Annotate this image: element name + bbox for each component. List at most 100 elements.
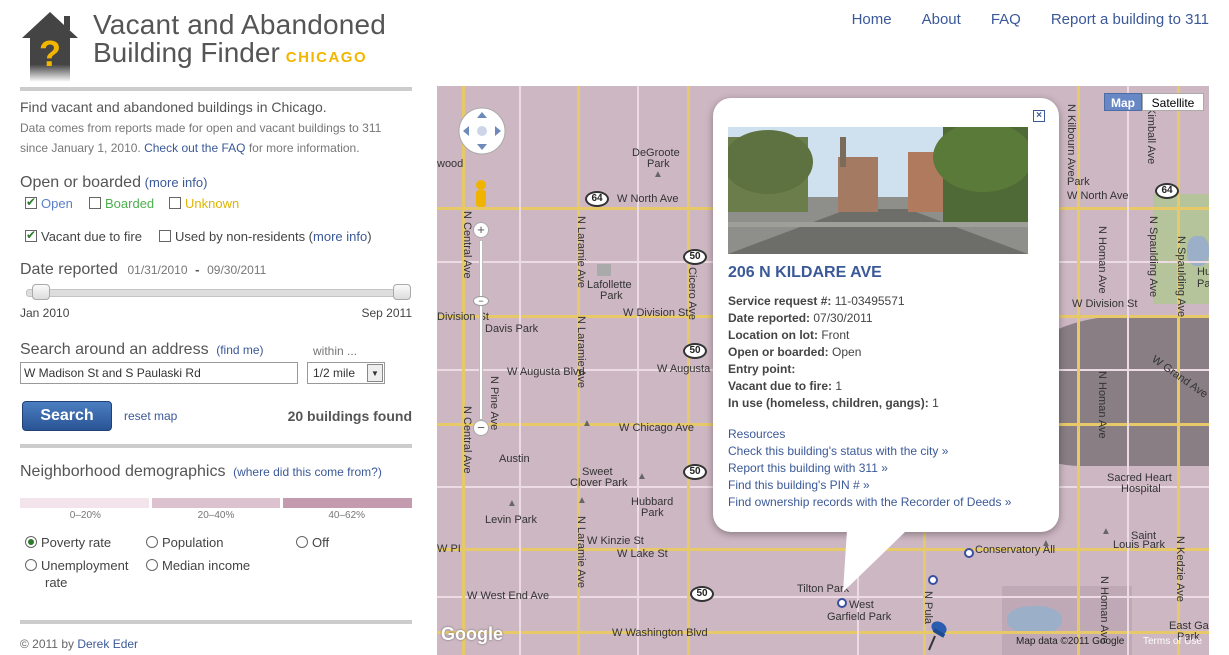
filter-boarded[interactable]: Boarded [89,196,154,211]
map-type-map-button[interactable]: Map [1104,93,1142,111]
route-shield: 64 [585,191,609,207]
map-label: Park [641,507,664,519]
filter-non-residents[interactable]: Used by non-residents (more info) [159,229,372,244]
terms-link[interactable]: Terms of Use [1143,636,1202,647]
poverty-radio[interactable] [25,536,37,548]
map-label: N Spaulding Ave [1147,216,1159,298]
filter-unknown[interactable]: Unknown [169,196,239,211]
unknown-checkbox[interactable] [169,197,181,209]
detail-row: In use (homeless, children, gangs): 1 [728,395,939,412]
detail-key: Vacant due to fire: [728,379,833,393]
vacant-fire-checkbox[interactable] [25,228,37,242]
filter-open[interactable]: Open [25,195,73,211]
zoom-slider-track[interactable] [479,240,483,420]
street-view-photo[interactable] [728,127,1028,254]
option-poverty[interactable]: Poverty rate [25,535,111,550]
nav-about[interactable]: About [922,11,961,28]
detail-row: Open or boarded: Open [728,344,939,361]
map-label: Clover Park [570,477,628,489]
map[interactable]: wood DeGroote Park ▲ W North Ave Lafolle… [437,86,1209,655]
date-dash: - [195,262,200,277]
resources-title: Resources [728,427,786,441]
date-to: 09/30/2011 [207,263,267,277]
option-off[interactable]: Off [296,535,329,550]
building-marker[interactable] [964,548,974,558]
filter-vacant-fire[interactable]: Vacant due to fire [25,228,142,244]
unemployment-radio[interactable] [25,559,37,571]
map-label: Davis Park [485,323,539,335]
date-slider-start-handle[interactable] [32,284,50,300]
nav-report-311[interactable]: Report a building to 311 [1051,11,1209,28]
popup-address: 206 N KILDARE AVE [728,264,882,281]
non-residents-checkbox[interactable] [159,230,171,242]
route-shield: 64 [1155,183,1179,199]
population-radio[interactable] [146,536,158,548]
map-label: Pa [1197,278,1209,290]
popup-details: Service request #: 11-03495571 Date repo… [728,293,939,412]
legend-label-high: 40–62% [328,510,366,521]
nav-faq[interactable]: FAQ [991,11,1021,28]
option-population[interactable]: Population [146,535,223,550]
map-label: W Chicago Ave [619,422,695,434]
close-paren: ) [367,229,372,244]
option-unemployment[interactable]: Unemployment rate [25,558,128,590]
population-label: Population [162,535,224,550]
non-residents-more-info-link[interactable]: more info [313,229,367,244]
search-button[interactable]: Search [22,401,112,431]
building-marker[interactable] [928,575,938,585]
pegman-icon[interactable] [471,179,491,209]
route-shield: 50 [683,249,707,265]
off-radio[interactable] [296,536,308,548]
intro-line2: since January 1, 2010. Check out the FAQ… [20,141,360,155]
map-label: W Division St [1072,298,1138,310]
building-marker[interactable] [837,598,847,608]
median-income-radio[interactable] [146,559,158,571]
zoom-slider-handle[interactable]: − [473,296,489,306]
google-logo[interactable]: Google [441,624,503,645]
legend-label-mid: 20–40% [197,510,235,521]
author-link[interactable]: Derek Eder [77,637,138,651]
map-label: N Spaulding Ave [1175,236,1187,318]
open-checkbox[interactable] [25,195,37,209]
search-heading: Search around an address (find me) [20,341,264,359]
close-icon[interactable]: × [1033,110,1045,122]
site-title-text: Building Finder [93,37,280,68]
nav-home[interactable]: Home [852,11,892,28]
map-label: W Division St [623,307,689,319]
resource-link-311[interactable]: Report this building with 311 » [728,460,1011,477]
resource-link-deeds[interactable]: Find ownership records with the Recorder… [728,494,1011,511]
resource-link-pin[interactable]: Find this building's PIN # » [728,477,1011,494]
address-input[interactable] [20,362,298,384]
find-me-link[interactable]: (find me) [216,343,263,357]
map-label: West [849,599,874,611]
reset-map-link[interactable]: reset map [124,409,177,423]
detail-row: Vacant due to fire: 1 [728,378,939,395]
date-slider-track[interactable] [26,289,410,297]
detail-key: In use (homeless, children, gangs): [728,396,929,410]
option-median-income[interactable]: Median income [146,558,250,573]
zoom-in-button[interactable]: + [473,222,489,238]
chevron-down-icon[interactable]: ▼ [367,364,383,382]
boarded-checkbox[interactable] [89,197,101,209]
demographics-title: Neighborhood demographics [20,463,226,480]
route-shield: 50 [683,464,707,480]
top-nav: Home About FAQ Report a building to 311 [822,11,1209,28]
resource-link-status[interactable]: Check this building's status with the ci… [728,443,1011,460]
route-shield: 50 [690,586,714,602]
unemployment-label: Unemployment [41,558,129,573]
tree-icon: ▲ [577,495,587,506]
date-slider-end-handle[interactable] [393,284,411,300]
pan-control-icon[interactable] [457,106,507,156]
sidebar: Find vacant and abandoned buildings in C… [20,86,413,655]
demographics-source-link[interactable]: (where did this come from?) [233,465,382,479]
zoom-out-button[interactable]: − [473,420,489,436]
tree-icon: ▲ [637,471,647,482]
city-label: CHICAGO [285,49,368,66]
date-title: Date reported [20,261,118,278]
house-question-logo-icon[interactable]: ? [20,10,80,82]
faq-link[interactable]: Check out the FAQ [144,141,245,155]
radius-select[interactable]: 1/2 mile ▼ [307,362,385,384]
pushpin-icon[interactable] [921,616,949,652]
map-type-satellite-button[interactable]: Satellite [1142,93,1204,111]
open-boarded-more-info-link[interactable]: (more info) [145,175,208,190]
